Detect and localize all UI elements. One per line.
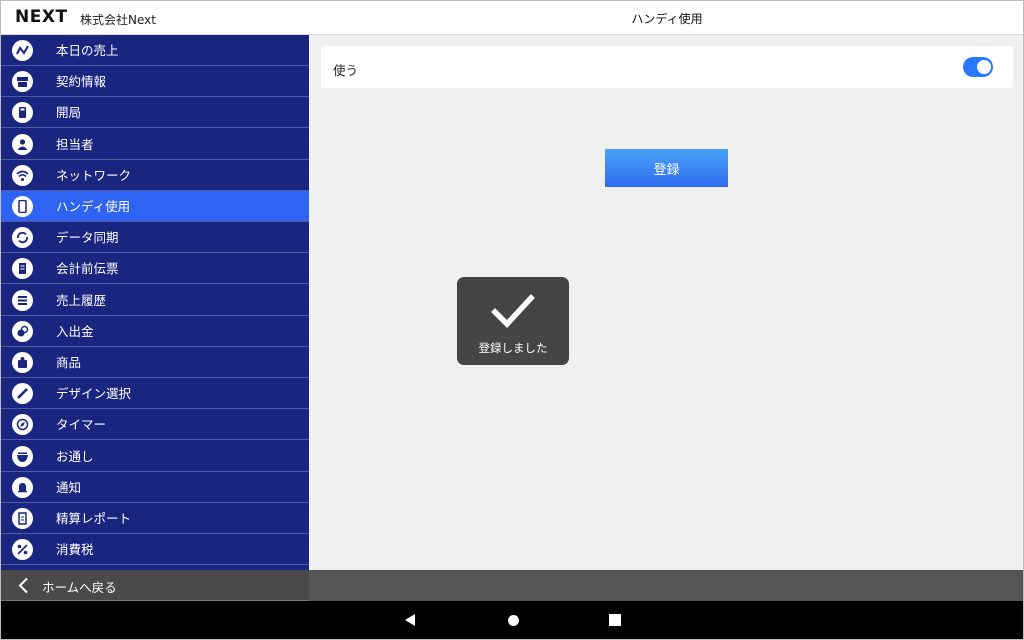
- product-icon: [12, 352, 33, 373]
- back-to-home-button[interactable]: ホームへ戻る: [1, 570, 309, 601]
- sidebar-item-label: 担当者: [56, 136, 94, 152]
- sidebar-item-label: 入出金: [56, 323, 94, 339]
- sidebar-item-3[interactable]: 開局: [1, 97, 309, 129]
- percent-icon: [12, 539, 33, 561]
- sidebar-item-14[interactable]: お通し: [1, 441, 309, 472]
- sidebar-item-16[interactable]: 精算レポート: [1, 503, 309, 534]
- list-icon: [12, 289, 33, 311]
- sidebar-item-label: 会計前伝票: [56, 261, 119, 277]
- register-button[interactable]: 登録: [605, 149, 728, 187]
- nav-home-icon[interactable]: [508, 615, 519, 626]
- pen-icon: [12, 383, 33, 405]
- toast-message: 登録しました: [478, 341, 548, 355]
- sales-trend-icon: [12, 40, 33, 61]
- sidebar-item-7[interactable]: データ同期: [1, 222, 309, 254]
- sidebar-item-13[interactable]: タイマー: [1, 409, 309, 441]
- sidebar-item-11[interactable]: 商品: [1, 347, 309, 378]
- sidebar-item-label: 本日の売上: [56, 43, 119, 58]
- sidebar-item-2[interactable]: 契約情報: [1, 66, 309, 98]
- sidebar-item-label: デザイン選択: [56, 386, 132, 402]
- sidebar-item-label: 通知: [56, 479, 82, 495]
- sidebar-item-label: データ同期: [56, 230, 119, 246]
- checkmark-icon: [491, 294, 535, 328]
- toggle-knob: [977, 60, 991, 74]
- sidebar-item-17[interactable]: 消費税: [1, 534, 309, 566]
- main-content: 使う 登録 登録しました: [309, 35, 1023, 570]
- use-handy-setting-row: 使う: [321, 46, 1013, 88]
- compass-icon: [12, 414, 33, 436]
- sidebar-item-label: ハンディ使用: [56, 199, 131, 214]
- sidebar-item-label: 売上履歴: [56, 292, 107, 308]
- receipt-icon: [12, 258, 33, 280]
- sidebar-item-label: タイマー: [56, 417, 107, 433]
- header-bar: NEXT 株式会社Next ハンディ使用: [1, 1, 1023, 35]
- registered-toast: 登録しました: [457, 277, 569, 365]
- sidebar-item-9[interactable]: 売上履歴: [1, 285, 309, 316]
- nav-recent-apps-icon[interactable]: [609, 614, 621, 626]
- person-icon: [12, 133, 33, 155]
- handheld-device-icon: [12, 196, 33, 217]
- sync-icon: [12, 227, 33, 249]
- nav-back-icon[interactable]: [403, 613, 417, 627]
- sidebar-item-label: 商品: [56, 355, 82, 370]
- coins-icon: [12, 320, 33, 342]
- sidebar-item-1[interactable]: 本日の売上: [1, 35, 309, 66]
- sidebar-item-label: 精算レポート: [56, 511, 132, 526]
- store-icon: [12, 71, 33, 93]
- sidebar-item-label: 開局: [56, 105, 82, 121]
- report-icon: [12, 508, 33, 529]
- sidebar-item-label: お通し: [56, 448, 94, 464]
- sidebar-item-15[interactable]: 通知: [1, 472, 309, 503]
- sidebar-item-4[interactable]: 担当者: [1, 129, 309, 160]
- wifi-icon: [12, 164, 33, 186]
- back-to-home-label: ホームへ戻る: [42, 580, 117, 595]
- bell-icon: [12, 476, 33, 498]
- app-window: NEXT 株式会社Next ハンディ使用 本日の売上契約情報開局担当者ネットワー…: [0, 0, 1024, 640]
- sidebar-item-12[interactable]: デザイン選択: [1, 378, 309, 410]
- bowl-icon: [12, 445, 33, 467]
- chevron-left-icon: [18, 577, 28, 594]
- use-handy-toggle[interactable]: [963, 57, 993, 77]
- sidebar-item-8[interactable]: 会計前伝票: [1, 253, 309, 285]
- use-handy-label: 使う: [333, 63, 359, 78]
- sidebar-item-label: 消費税: [56, 542, 94, 558]
- back-bar: ホームへ戻る: [1, 570, 1023, 601]
- android-nav-bar: [1, 601, 1023, 639]
- sidebar-item-6[interactable]: ハンディ使用: [1, 191, 309, 222]
- sidebar-item-label: ネットワーク: [56, 167, 132, 183]
- page-title: ハンディ使用: [631, 12, 703, 26]
- sidebar-item-10[interactable]: 入出金: [1, 316, 309, 347]
- sidebar-menu: 本日の売上契約情報開局担当者ネットワーク ハンディ使用 データ同期会計前伝票売上履歴…: [1, 35, 309, 570]
- sidebar-item-5[interactable]: ネットワーク: [1, 160, 309, 191]
- sidebar-item-label: 契約情報: [56, 74, 107, 90]
- calculator-icon: [12, 102, 33, 124]
